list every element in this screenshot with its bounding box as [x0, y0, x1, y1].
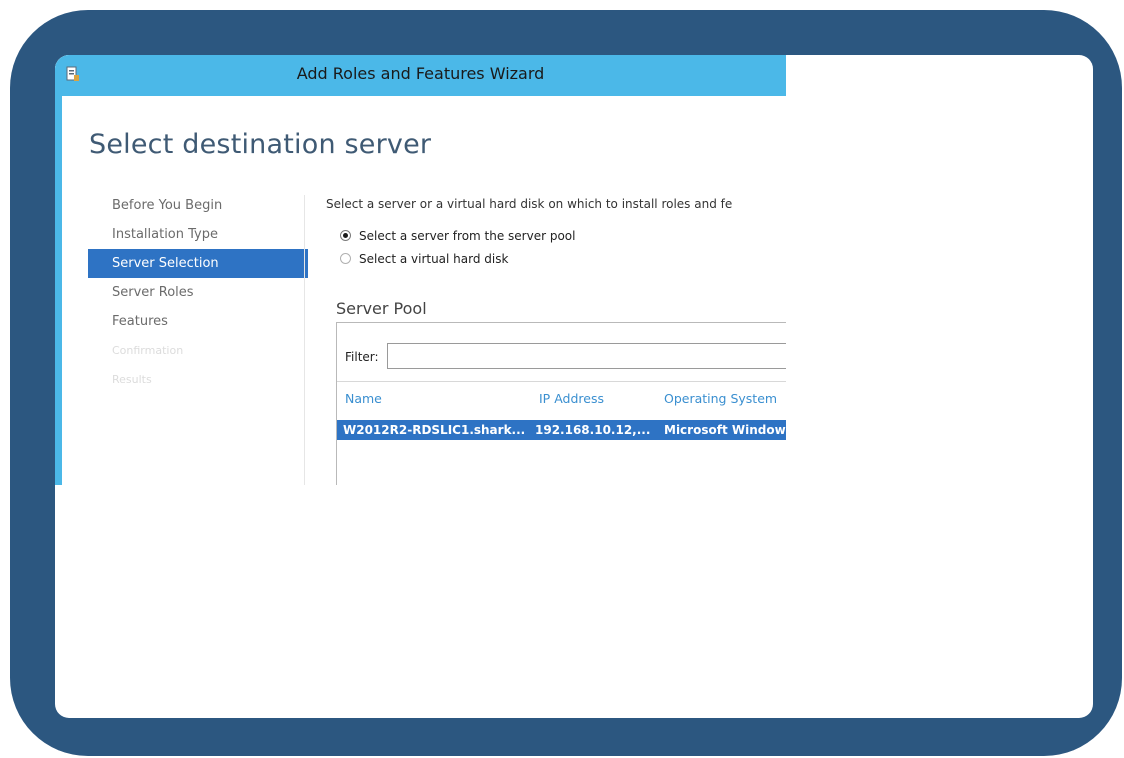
radio-virtual-hard-disk[interactable]: Select a virtual hard disk — [340, 252, 508, 266]
page-header: Select destination server — [55, 96, 786, 171]
page-title: Select destination server — [89, 129, 432, 160]
table-row[interactable]: W2012R2-RDSLIC1.shark... 192.168.10.12,.… — [337, 420, 786, 440]
nav-item-confirmation: Confirmation — [112, 344, 184, 357]
nav-item-server-selection[interactable]: Server Selection — [88, 249, 308, 278]
wizard-window: Add Roles and Features Wizard Select des… — [55, 55, 786, 485]
column-header-name[interactable]: Name — [345, 391, 382, 406]
column-header-ip-address[interactable]: IP Address — [539, 391, 604, 406]
cell-ip-address: 192.168.10.12,... — [535, 423, 651, 437]
grid-divider — [337, 381, 786, 382]
radio-server-pool[interactable]: Select a server from the server pool — [340, 229, 576, 243]
content-card: Add Roles and Features Wizard Select des… — [55, 55, 1093, 718]
column-header-operating-system[interactable]: Operating System — [664, 391, 777, 406]
server-pool-box: Filter: Name IP Address Operating System… — [336, 322, 786, 485]
radio-server-pool-label: Select a server from the server pool — [359, 229, 576, 243]
cell-operating-system: Microsoft Window — [664, 423, 786, 437]
intro-text: Select a server or a virtual hard disk o… — [326, 197, 733, 211]
radio-vhd-label: Select a virtual hard disk — [359, 252, 509, 266]
nav-item-results: Results — [112, 373, 152, 386]
window-title: Add Roles and Features Wizard — [296, 64, 545, 83]
radio-unselected-icon[interactable] — [340, 253, 351, 264]
nav-item-before-you-begin[interactable]: Before You Begin — [88, 191, 308, 220]
left-accent-bar — [55, 96, 62, 485]
title-bar: Add Roles and Features Wizard — [55, 55, 786, 96]
nav-item-installation-type[interactable]: Installation Type — [88, 220, 308, 249]
nav-item-features[interactable]: Features — [88, 307, 308, 336]
radio-selected-icon[interactable] — [340, 230, 351, 241]
wizard-nav: Before You Begin Installation Type Serve… — [88, 191, 308, 394]
filter-label: Filter: — [345, 350, 379, 364]
filter-input[interactable] — [387, 343, 786, 369]
nav-divider — [304, 195, 305, 485]
nav-item-server-roles[interactable]: Server Roles — [88, 278, 308, 307]
server-pool-title: Server Pool — [336, 299, 427, 318]
cell-name: W2012R2-RDSLIC1.shark... — [343, 423, 526, 437]
